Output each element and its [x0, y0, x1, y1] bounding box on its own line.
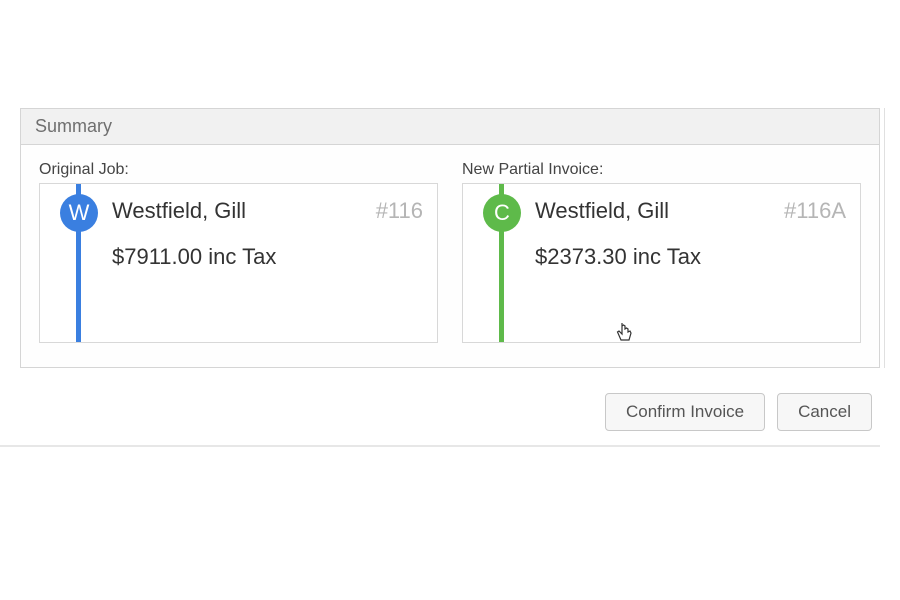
original-job-label: Original Job: [39, 161, 438, 179]
confirm-invoice-button[interactable]: Confirm Invoice [605, 393, 765, 431]
original-job-card[interactable]: W Westfield, Gill #116 $7911.00 inc Tax [39, 183, 438, 343]
divider [0, 445, 880, 447]
card-content: Westfield, Gill #116 $7911.00 inc Tax [112, 198, 423, 270]
customer-name: Westfield, Gill [535, 198, 669, 224]
invoice-amount: $2373.30 inc Tax [535, 244, 846, 270]
avatar-badge: C [483, 194, 521, 232]
card-content: Westfield, Gill #116A $2373.30 inc Tax [535, 198, 846, 270]
dialog-buttons: Confirm Invoice Cancel [605, 393, 872, 431]
partial-invoice-column: New Partial Invoice: C Westfield, Gill #… [462, 161, 861, 343]
cancel-button[interactable]: Cancel [777, 393, 872, 431]
job-reference: #116 [376, 198, 423, 224]
card-title-row: Westfield, Gill #116 [112, 198, 423, 224]
customer-name: Westfield, Gill [112, 198, 246, 224]
partial-invoice-card[interactable]: C Westfield, Gill #116A $2373.30 inc Tax [462, 183, 861, 343]
avatar-badge: W [60, 194, 98, 232]
original-job-column: Original Job: W Westfield, Gill #116 $79… [39, 161, 438, 343]
card-title-row: Westfield, Gill #116A [535, 198, 846, 224]
summary-cards-row: Original Job: W Westfield, Gill #116 $79… [21, 145, 879, 367]
scrollbar-track[interactable] [884, 108, 890, 368]
invoice-reference: #116A [784, 198, 846, 224]
summary-header: Summary [21, 109, 879, 145]
job-amount: $7911.00 inc Tax [112, 244, 423, 270]
summary-panel: Summary Original Job: W Westfield, Gill … [20, 108, 880, 368]
partial-invoice-label: New Partial Invoice: [462, 161, 861, 179]
